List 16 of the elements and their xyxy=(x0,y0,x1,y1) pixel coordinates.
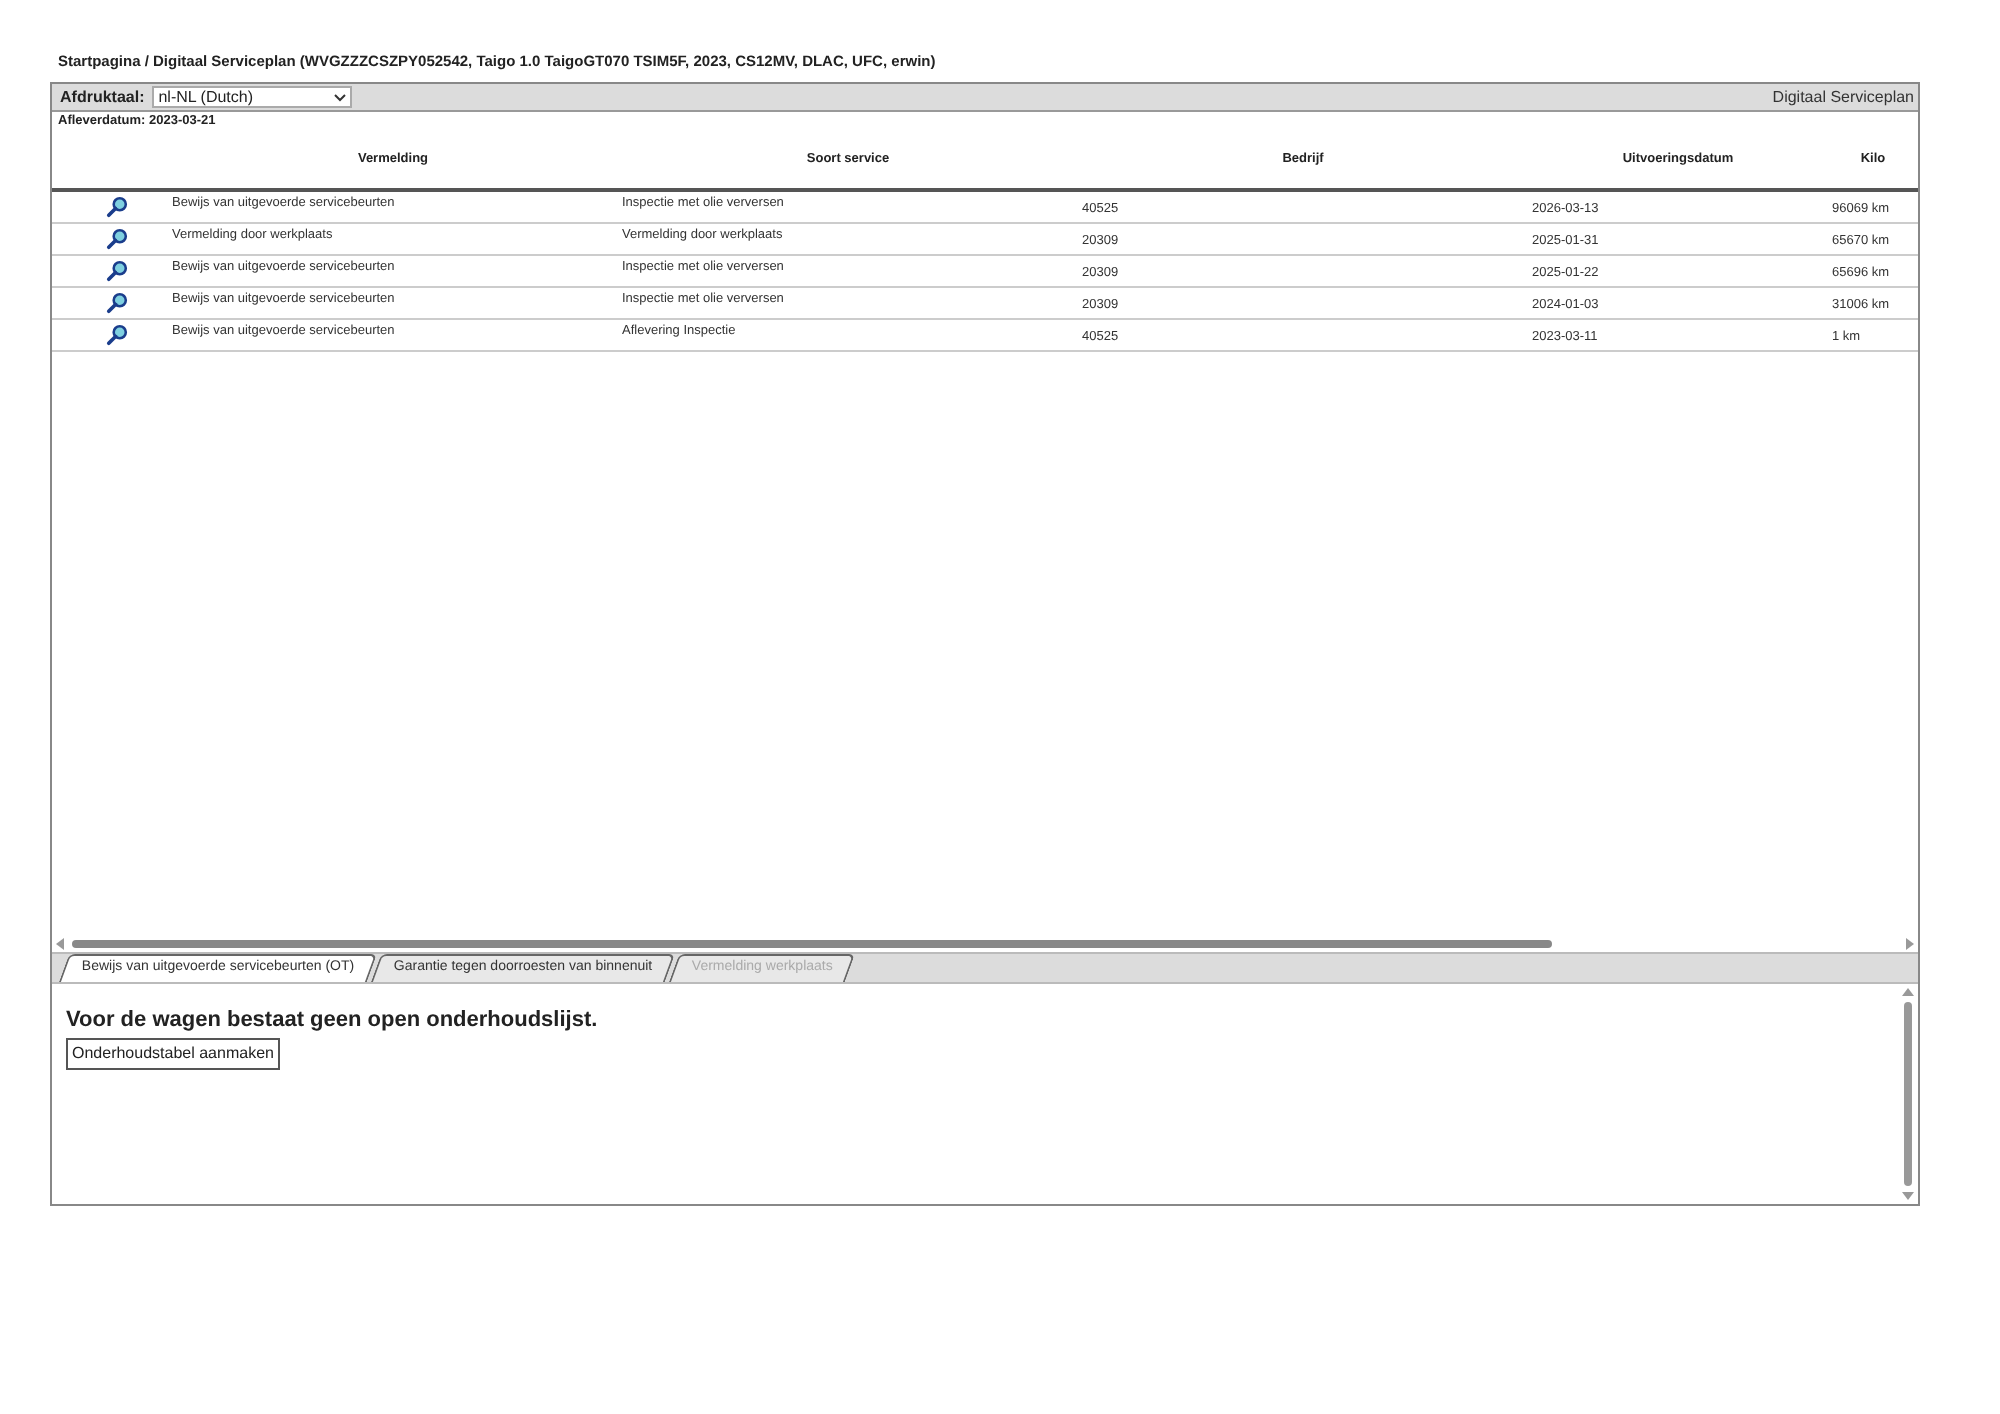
horizontal-scrollbar[interactable] xyxy=(52,936,1918,952)
search-icon[interactable] xyxy=(105,291,127,314)
status-message: Voor de wagen bestaat geen open onderhoudslijst. xyxy=(66,1008,598,1035)
page-title: Digitaal Serviceplan xyxy=(1772,87,1914,107)
scrollbar-thumb[interactable] xyxy=(72,940,1552,948)
search-icon[interactable] xyxy=(105,323,127,346)
language-label: Afdruktaal: xyxy=(60,87,145,107)
search-icon[interactable] xyxy=(105,195,127,218)
caret-icon xyxy=(334,93,347,101)
scroll-down-icon[interactable] xyxy=(1902,1192,1914,1200)
language-select[interactable]: nl-NL (Dutch) xyxy=(152,86,353,108)
search-icon[interactable] xyxy=(105,227,127,250)
scrollbar-thumb[interactable] xyxy=(1904,1002,1912,1186)
vertical-scrollbar[interactable] xyxy=(1898,984,1918,1204)
create-table-button[interactable]: Onderhoudstabel aanmaken xyxy=(66,1038,280,1070)
search-icon[interactable] xyxy=(105,259,127,282)
